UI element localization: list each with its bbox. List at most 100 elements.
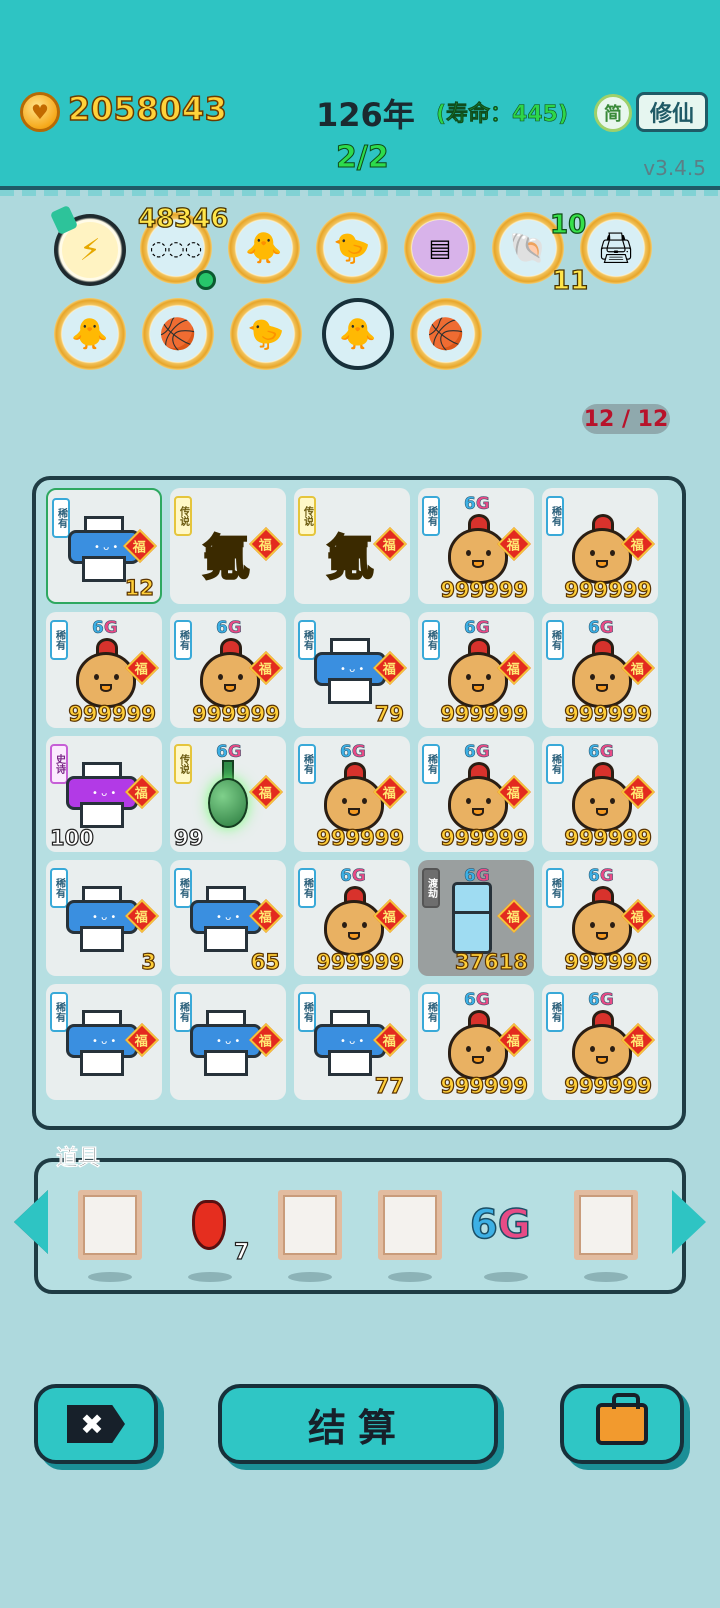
rarity-badge: 稀有 [422, 992, 440, 1032]
skirt-icon[interactable]: ▤ [404, 212, 476, 284]
close-icon: ✖ [67, 1405, 125, 1443]
board-cell-vase[interactable]: 传说 6G 福 99 [170, 736, 286, 852]
items-tray: 7 6G [34, 1158, 686, 1294]
rarity-badge: 传说 [298, 496, 316, 536]
buff-count-top: 10 [549, 209, 587, 240]
board-cell-chick[interactable]: 稀有 6G 福 999999 [418, 488, 534, 604]
basketball-icon[interactable]: 🏀 [410, 298, 482, 370]
version-label: v3.4.5 [643, 156, 706, 180]
chick-egg-icon[interactable]: 🐤 [316, 212, 388, 284]
board-cell-chick[interactable]: 稀有 6G 福 999999 [418, 736, 534, 852]
ammonia-glyph: 氪 [201, 529, 251, 587]
rarity-badge: 传说 [174, 496, 192, 536]
board-cell-printer[interactable]: 稀有 • ᴗ • 福 12 [46, 488, 162, 604]
board-cell-chick[interactable]: 稀有 6G 福 999999 [170, 612, 286, 728]
board-cell-fridge[interactable]: 渡劫 6G 福 37618 [418, 860, 534, 976]
cell-count: 37618 [454, 949, 528, 974]
item-slot-empty[interactable] [574, 1190, 638, 1282]
rarity-badge: 稀有 [546, 992, 564, 1032]
cell-count: 3 [141, 949, 157, 974]
cell-count: 999999 [564, 577, 653, 602]
year-display: 126年 [316, 96, 415, 134]
cell-count: 999999 [440, 577, 529, 602]
six-g-icon: 6G [469, 1201, 531, 1249]
board-cell-printer[interactable]: 稀有 • ᴗ • 福 77 [294, 984, 410, 1100]
board-cell-printer[interactable]: 稀有 • ᴗ • 福 [170, 984, 286, 1100]
board-cell-printer-epic[interactable]: 史诗 • ᴗ • 福 100 [46, 736, 162, 852]
board-cell-printer[interactable]: 稀有 • ᴗ • 福 65 [170, 860, 286, 976]
cell-count: 999999 [440, 1073, 529, 1098]
rarity-badge: 稀有 [174, 620, 192, 660]
rarity-badge: 稀有 [422, 496, 440, 536]
rarity-badge: 稀有 [298, 744, 316, 784]
board-cell-chick[interactable]: 稀有 6G 福 999999 [542, 860, 658, 976]
fortune-badge: 福 [373, 527, 407, 561]
board-cell-chick[interactable]: 稀有 6G 福 999999 [46, 612, 162, 728]
close-button[interactable]: ✖ [34, 1384, 158, 1464]
cell-count: 999999 [564, 701, 653, 726]
syringe-chick-icon[interactable]: 🐥 [54, 298, 126, 370]
board-cell-chick[interactable]: 稀有 6G 福 999999 [294, 736, 410, 852]
item-slot-empty[interactable] [278, 1190, 342, 1282]
board-cell-chick[interactable]: 稀有 6G 福 999999 [294, 860, 410, 976]
board-cell-printer[interactable]: 稀有 • ᴗ • 福 3 [46, 860, 162, 976]
cell-count: 77 [374, 1073, 404, 1098]
item-slot-empty[interactable] [378, 1190, 442, 1282]
rarity-badge: 稀有 [546, 496, 564, 536]
board-cell-printer[interactable]: 稀有 • ᴗ • 福 79 [294, 612, 410, 728]
chick-egg-icon[interactable]: 🐤 [230, 298, 302, 370]
fridge-icon [452, 882, 492, 954]
board-cell-chick[interactable]: 稀有福 999999 [542, 488, 658, 604]
coin-balance: 2058043 [67, 89, 228, 129]
board-cell-ammonia[interactable]: 传说氪福 [170, 488, 286, 604]
cell-count: 79 [374, 701, 404, 726]
fortune-badge: 福 [249, 775, 283, 809]
jade-vase-icon [208, 760, 248, 830]
pepper-icon [192, 1200, 226, 1250]
syringe-chick-icon[interactable]: 🐥 [322, 298, 394, 370]
fortune-badge: 福 [497, 899, 531, 933]
bag-button[interactable] [560, 1384, 684, 1464]
rarity-badge: 稀有 [298, 868, 316, 908]
printer-warning-icon[interactable]: 🖨 [580, 212, 652, 284]
cell-count: 999999 [564, 825, 653, 850]
cell-count: 999999 [316, 825, 405, 850]
cell-count: 12 [124, 575, 154, 600]
board-cell-chick[interactable]: 稀有 6G 福 999999 [418, 612, 534, 728]
board-cell-chick[interactable]: 稀有 6G 福 999999 [418, 984, 534, 1100]
cell-count: 999999 [564, 949, 653, 974]
cell-count: 999999 [440, 701, 529, 726]
basketball-icon[interactable]: 🏀 [142, 298, 214, 370]
cultivate-button[interactable]: 修仙 [636, 92, 708, 132]
board-cell-chick[interactable]: 稀有 6G 福 999999 [542, 984, 658, 1100]
cell-count: 999999 [192, 701, 281, 726]
cell-count: 999999 [564, 1073, 653, 1098]
item-slot-6g[interactable]: 6G [469, 1190, 538, 1282]
rarity-badge: 稀有 [50, 620, 68, 660]
cell-count: 999999 [316, 949, 405, 974]
round-indicator: 2/2 [336, 140, 390, 176]
buff-count: 48346 [137, 203, 229, 234]
board-cell-chick[interactable]: 稀有 6G 福 999999 [542, 736, 658, 852]
simplified-toggle-button[interactable]: 简 [594, 94, 632, 132]
rarity-badge: 稀有 [546, 868, 564, 908]
cell-count: 999999 [68, 701, 157, 726]
cell-count: 99 [173, 825, 204, 850]
board-cell-ammonia[interactable]: 传说氪福 [294, 488, 410, 604]
settle-button[interactable]: 结算 [218, 1384, 498, 1464]
item-slot-pepper[interactable]: 7 [178, 1190, 250, 1282]
briefcase-icon [596, 1393, 648, 1445]
rarity-badge: 传说 [174, 744, 192, 784]
scroll-left-arrow-icon[interactable] [14, 1190, 48, 1254]
six-g-tag: 6G [216, 742, 242, 763]
board-counter: 12 / 12 [582, 404, 670, 434]
board-cell-chick[interactable]: 稀有 6G 福 999999 [542, 612, 658, 728]
scroll-right-arrow-icon[interactable] [672, 1190, 706, 1254]
status-dot [196, 270, 216, 290]
coin-icon: ♥ [20, 92, 60, 132]
item-slot-empty[interactable] [78, 1190, 142, 1282]
syringe-chick-icon[interactable]: 🐥 [228, 212, 300, 284]
rarity-badge: 渡劫 [422, 868, 440, 908]
rarity-badge: 稀有 [422, 620, 440, 660]
board-cell-printer[interactable]: 稀有 • ᴗ • 福 [46, 984, 162, 1100]
